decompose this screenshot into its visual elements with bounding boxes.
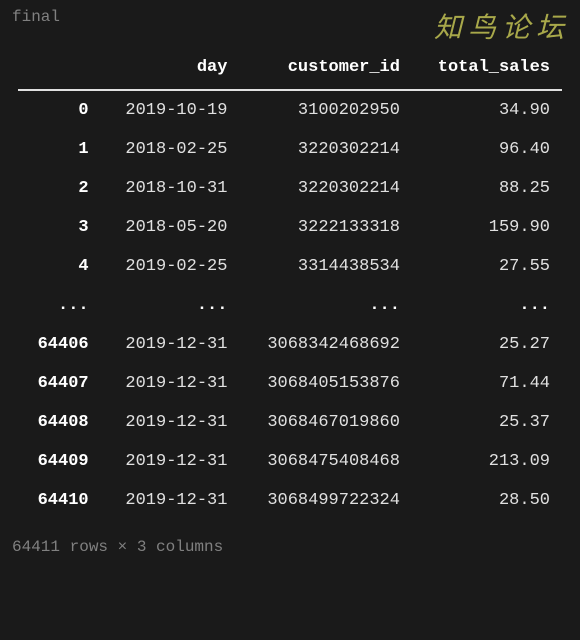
- cell-total-sales: 27.55: [412, 247, 562, 286]
- table-row: 22018-10-31322030221488.25: [18, 169, 562, 208]
- cell-customer-id: 3222133318: [239, 208, 412, 247]
- col-header-customer-id: customer_id: [239, 50, 412, 90]
- dataframe-table: day customer_id total_sales 02019-10-193…: [18, 50, 562, 520]
- cell-day: 2019-10-19: [101, 90, 240, 130]
- row-index: 2: [18, 169, 101, 208]
- row-index: 0: [18, 90, 101, 130]
- cell-total-sales: 71.44: [412, 364, 562, 403]
- cell-total-sales: 34.90: [412, 90, 562, 130]
- cell-customer-id: 3068342468692: [239, 325, 412, 364]
- table-row: 644062019-12-31306834246869225.27: [18, 325, 562, 364]
- cell-day: ...: [101, 286, 240, 325]
- cell-customer-id: 3314438534: [239, 247, 412, 286]
- table-row: 644082019-12-31306846701986025.37: [18, 403, 562, 442]
- cell-customer-id: 3068499722324: [239, 481, 412, 520]
- row-index: 64407: [18, 364, 101, 403]
- row-index: ...: [18, 286, 101, 325]
- table-row: 02019-10-19310020295034.90: [18, 90, 562, 130]
- cell-day: 2018-02-25: [101, 130, 240, 169]
- cell-total-sales: 159.90: [412, 208, 562, 247]
- cell-customer-id: 3220302214: [239, 169, 412, 208]
- cell-day: 2018-10-31: [101, 169, 240, 208]
- dataframe-summary: 64411 rows × 3 columns: [0, 528, 580, 564]
- cell-customer-id: 3220302214: [239, 130, 412, 169]
- row-index: 4: [18, 247, 101, 286]
- cell-customer-id: 3068405153876: [239, 364, 412, 403]
- cell-customer-id: 3100202950: [239, 90, 412, 130]
- cell-total-sales: 25.37: [412, 403, 562, 442]
- table-row: 644072019-12-31306840515387671.44: [18, 364, 562, 403]
- cell-total-sales: 213.09: [412, 442, 562, 481]
- cell-total-sales: 28.50: [412, 481, 562, 520]
- row-index: 64408: [18, 403, 101, 442]
- table-row: 32018-05-203222133318159.90: [18, 208, 562, 247]
- cell-day: 2019-12-31: [101, 325, 240, 364]
- table-row: 644102019-12-31306849972232428.50: [18, 481, 562, 520]
- index-header: [18, 50, 101, 90]
- cell-day: 2019-12-31: [101, 403, 240, 442]
- cell-day: 2019-02-25: [101, 247, 240, 286]
- cell-total-sales: 88.25: [412, 169, 562, 208]
- cell-day: 2019-12-31: [101, 442, 240, 481]
- row-index: 64406: [18, 325, 101, 364]
- row-index: 1: [18, 130, 101, 169]
- table-row: 42019-02-25331443853427.55: [18, 247, 562, 286]
- cell-customer-id: 3068467019860: [239, 403, 412, 442]
- row-index: 3: [18, 208, 101, 247]
- dataframe-output: day customer_id total_sales 02019-10-193…: [0, 30, 580, 528]
- col-header-day: day: [101, 50, 240, 90]
- cell-day: 2019-12-31: [101, 364, 240, 403]
- table-row: 12018-02-25322030221496.40: [18, 130, 562, 169]
- table-row: 644092019-12-313068475408468213.09: [18, 442, 562, 481]
- cell-day: 2019-12-31: [101, 481, 240, 520]
- cell-customer-id: 3068475408468: [239, 442, 412, 481]
- row-index: 64409: [18, 442, 101, 481]
- cell-customer-id: ...: [239, 286, 412, 325]
- cell-total-sales: 25.27: [412, 325, 562, 364]
- col-header-total-sales: total_sales: [412, 50, 562, 90]
- row-index: 64410: [18, 481, 101, 520]
- cell-total-sales: 96.40: [412, 130, 562, 169]
- watermark-text: 知鸟论坛: [434, 6, 570, 46]
- header-row: day customer_id total_sales: [18, 50, 562, 90]
- cell-day: 2018-05-20: [101, 208, 240, 247]
- cell-total-sales: ...: [412, 286, 562, 325]
- table-row: ............: [18, 286, 562, 325]
